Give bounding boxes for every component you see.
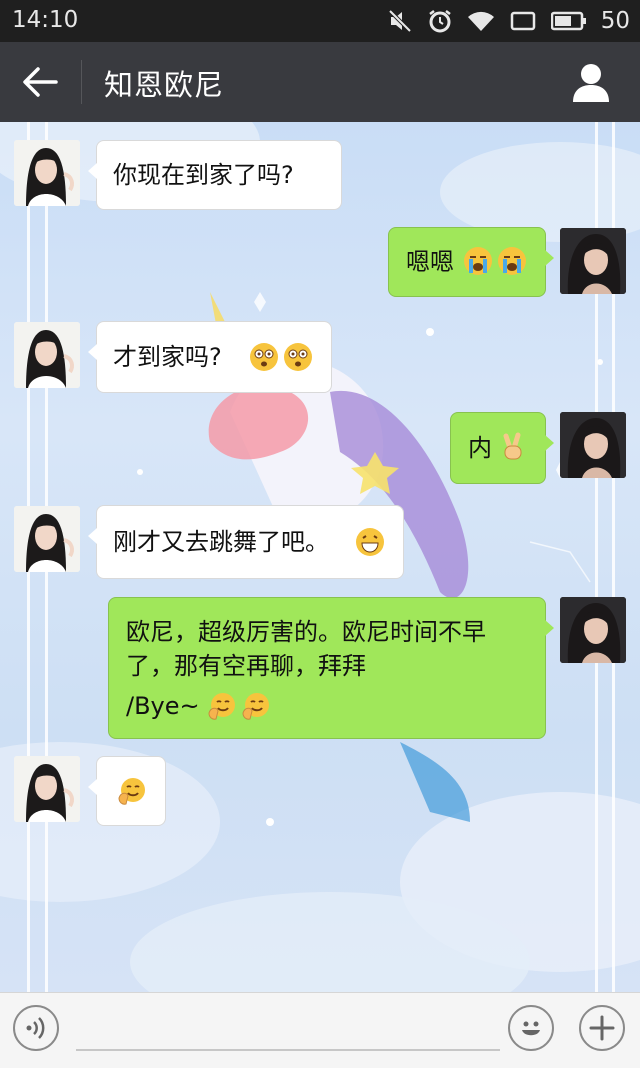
message-text: 内	[468, 434, 492, 462]
message-bubble[interactable]: 才到家吗?	[88, 321, 332, 393]
friend-avatar[interactable]	[14, 140, 80, 206]
message-text: 你现在到家了吗?	[113, 161, 294, 189]
message-text: 嗯嗯	[406, 248, 454, 276]
crying-face-icon	[498, 247, 526, 275]
girl-portrait-icon	[14, 756, 80, 822]
chat-header: 知恩欧尼	[0, 42, 640, 122]
waving-face-icon	[242, 693, 269, 720]
arrow-left-icon	[23, 67, 58, 97]
battery-icon	[550, 11, 586, 31]
girl-portrait-icon	[14, 506, 80, 572]
girl-portrait-icon	[14, 322, 80, 388]
woman-portrait-icon	[560, 228, 626, 294]
plus-icon	[589, 1015, 615, 1041]
smiley-icon	[522, 1021, 540, 1036]
girl-portrait-icon	[14, 140, 80, 206]
grinning-face-icon	[356, 528, 384, 556]
waving-face-icon	[208, 693, 235, 720]
victory-hand-icon	[503, 432, 522, 460]
emoji-row	[461, 246, 527, 276]
header-divider	[81, 60, 82, 104]
status-icons: 50	[387, 6, 630, 36]
emoji-row	[353, 527, 385, 557]
my-avatar[interactable]	[560, 597, 626, 663]
message-bubble[interactable]: 你现在到家了吗?	[88, 140, 342, 210]
my-avatar[interactable]	[560, 412, 626, 478]
status-time: 14:10	[12, 7, 79, 33]
dizzy-face-icon	[284, 343, 312, 371]
message-text: 欧尼，超级厉害的。欧尼时间不早	[126, 618, 486, 646]
message-bubble[interactable]	[88, 756, 166, 826]
friend-avatar[interactable]	[14, 506, 80, 572]
emoji-button[interactable]	[508, 1005, 554, 1051]
profile-button[interactable]	[572, 62, 610, 102]
my-avatar[interactable]	[560, 228, 626, 294]
friend-avatar[interactable]	[14, 756, 80, 822]
message-bubble[interactable]: 嗯嗯	[388, 227, 554, 297]
message-text: /Bye~	[126, 692, 200, 720]
friend-avatar[interactable]	[14, 322, 80, 388]
waving-face-icon	[118, 778, 145, 805]
message-text: 刚才又去跳舞了吧。	[113, 528, 329, 556]
dizzy-face-icon	[250, 343, 278, 371]
message-bubble[interactable]: 刚才又去跳舞了吧。	[88, 505, 404, 579]
voice-button[interactable]	[13, 1005, 59, 1051]
add-button[interactable]	[579, 1005, 625, 1051]
message-text: 了，那有空再聊，拜拜	[126, 652, 366, 680]
status-bar: 14:10 50	[0, 0, 640, 42]
battery-level: 50	[600, 8, 630, 34]
message-bubble[interactable]: 内	[450, 412, 554, 484]
woman-portrait-icon	[560, 597, 626, 663]
signal-icon	[510, 11, 535, 31]
mute-icon	[388, 9, 412, 33]
chat-title: 知恩欧尼	[104, 68, 225, 102]
crying-face-icon	[464, 247, 492, 275]
message-list[interactable]: 你现在到家了吗? 嗯嗯 才到家吗? 内 刚才又去跳舞了吧。 欧尼，超级厉害的。欧…	[0, 122, 640, 992]
wifi-icon	[467, 11, 494, 31]
emoji-row	[205, 691, 271, 721]
emoji-row	[115, 776, 147, 806]
message-bubble[interactable]: 欧尼，超级厉害的。欧尼时间不早 了，那有空再聊，拜拜 /Bye~	[108, 597, 554, 739]
message-text: 才到家吗?	[113, 343, 222, 371]
alarm-icon	[428, 10, 451, 33]
input-bar	[0, 992, 640, 1068]
emoji-row	[496, 432, 528, 462]
message-input[interactable]	[76, 1009, 500, 1051]
emoji-row	[247, 342, 313, 372]
voice-icon	[26, 1017, 45, 1039]
woman-portrait-icon	[560, 412, 626, 478]
person-icon	[573, 64, 609, 102]
back-button[interactable]	[20, 64, 60, 100]
